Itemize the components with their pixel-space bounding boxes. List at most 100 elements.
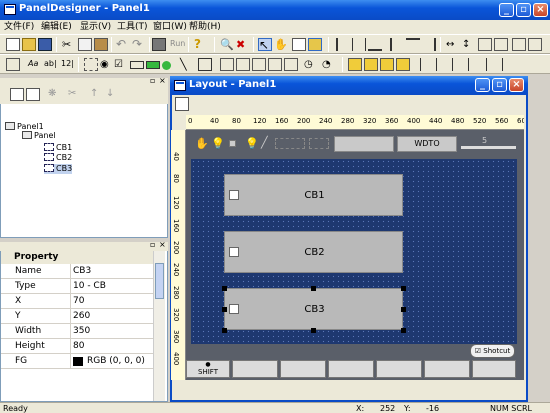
option-radio-group[interactable] (309, 138, 329, 149)
bottom-button-6[interactable] (424, 360, 470, 378)
copy-icon[interactable] (78, 38, 92, 51)
align-bottom-icon[interactable] (368, 38, 382, 51)
grid-view-icon[interactable] (252, 58, 266, 71)
prop-row-height[interactable]: Height 80 (1, 339, 153, 354)
list-icon[interactable] (236, 58, 250, 71)
text-tool-icon[interactable]: Aa (28, 59, 38, 68)
grid-icon[interactable] (292, 38, 306, 51)
bulb-icon[interactable]: 💡 (211, 137, 225, 150)
tree-ungroup-icon[interactable]: ✂ (68, 88, 82, 101)
hand-tool-icon[interactable]: ✋ (195, 137, 209, 150)
menu-edit[interactable]: 编辑(E) (41, 20, 72, 34)
align-right-icon[interactable] (422, 38, 436, 51)
tree-pin-icon[interactable]: ▫ (150, 76, 155, 85)
group-icon[interactable] (84, 58, 98, 71)
tree-up-icon[interactable]: ↑ (90, 88, 104, 101)
menu-window[interactable]: 窗口(W) (153, 20, 187, 34)
prop-row-y[interactable]: Y 260 (1, 309, 153, 324)
run-button[interactable]: Run (170, 39, 185, 48)
pointer-icon[interactable]: ↖ (258, 38, 272, 52)
gauge-icon[interactable]: ◔ (322, 58, 336, 71)
zoom-off-icon[interactable]: ✖ (236, 38, 250, 51)
open-folder-icon[interactable] (22, 38, 36, 51)
bottom-button-4[interactable] (328, 360, 374, 378)
move-down-icon[interactable] (396, 58, 410, 71)
edit-tool-icon[interactable]: ab| (44, 59, 57, 68)
menu-help[interactable]: 帮助(H) (189, 20, 221, 34)
align-top-icon[interactable] (390, 38, 404, 51)
resize-handle[interactable] (401, 328, 406, 333)
align-middle-icon[interactable] (406, 38, 420, 51)
cb3-widget[interactable]: CB3 (224, 288, 403, 330)
prop-pin-icon[interactable]: ▫ (150, 240, 155, 249)
frame-icon[interactable] (6, 58, 20, 71)
move-up-icon[interactable] (380, 58, 394, 71)
slider-track[interactable] (461, 146, 516, 149)
prop-value[interactable]: 80 (73, 339, 84, 353)
blank-top-button[interactable] (334, 136, 394, 152)
line-icon[interactable]: ╲ (180, 58, 194, 71)
center-panel-icon[interactable] (528, 38, 542, 51)
bring-front-icon[interactable] (348, 58, 362, 71)
layout-maximize-button[interactable]: ▫ (492, 78, 507, 92)
prop-row-width[interactable]: Width 350 (1, 324, 153, 339)
align-center-icon[interactable] (352, 38, 366, 51)
tree-down-icon[interactable]: ↓ (106, 88, 120, 101)
prop-row-fg[interactable]: FG RGB (0, 0, 0) (1, 354, 153, 369)
resize-handle[interactable] (222, 328, 227, 333)
tab-order-4-icon[interactable] (468, 58, 482, 71)
shotcut-button[interactable]: ☑ Shotcut (470, 344, 515, 358)
tree-close-icon[interactable]: × (159, 76, 166, 85)
tab-order-2-icon[interactable] (436, 58, 450, 71)
paste-icon[interactable] (94, 38, 108, 51)
close-button[interactable]: × (533, 3, 548, 17)
bulb-on-icon[interactable]: 💡 (245, 137, 259, 150)
resize-handle[interactable] (311, 286, 316, 291)
checkbox-icon[interactable]: ☑ (114, 58, 128, 71)
hand-icon[interactable]: ✋ (274, 38, 288, 51)
button-green-icon[interactable] (146, 61, 160, 69)
send-back-icon[interactable] (364, 58, 378, 71)
menu-tools[interactable]: 工具(T) (117, 20, 148, 34)
prop-value[interactable]: CB3 (73, 264, 91, 278)
minimize-button[interactable]: _ (499, 3, 514, 17)
button-icon[interactable] (130, 61, 144, 69)
space-down-icon[interactable] (512, 38, 526, 51)
prop-value[interactable]: 10 - CB (73, 279, 106, 293)
pen-icon[interactable]: ╱ (261, 136, 268, 149)
chart-icon[interactable] (268, 58, 282, 71)
tree-view-icon[interactable] (10, 88, 24, 101)
prop-row-type[interactable]: Type 10 - CB (1, 279, 153, 294)
tab-order-3-icon[interactable] (452, 58, 466, 71)
table-icon[interactable] (284, 58, 298, 71)
print-icon[interactable] (152, 38, 166, 51)
prop-value[interactable]: 260 (73, 309, 90, 323)
help-icon[interactable]: ? (194, 38, 208, 51)
menu-view[interactable]: 显示(V) (80, 20, 111, 34)
tree-node-cb2[interactable]: CB2 (44, 153, 72, 163)
resize-handle[interactable] (222, 286, 227, 291)
redo-icon[interactable]: ↷ (132, 38, 146, 51)
prop-close-icon[interactable]: × (159, 240, 166, 249)
prop-row-x[interactable]: X 70 (1, 294, 153, 309)
bottom-button-2[interactable] (232, 360, 278, 378)
numeric-tool-icon[interactable]: 12| (61, 59, 74, 68)
resize-handle[interactable] (401, 307, 406, 312)
tree-node-cb1[interactable]: CB1 (44, 143, 72, 153)
bottom-button-7[interactable] (472, 360, 516, 378)
resize-handle[interactable] (311, 328, 316, 333)
snap-icon[interactable] (308, 38, 322, 51)
maximize-button[interactable]: ▫ (516, 3, 531, 17)
stop-icon[interactable] (229, 140, 236, 147)
rect-icon[interactable] (198, 58, 212, 71)
prop-value[interactable]: 70 (73, 294, 84, 308)
menu-file[interactable]: 文件(F) (4, 20, 34, 34)
zoom-icon[interactable]: 🔍 (220, 38, 234, 51)
cb1-widget[interactable]: CB1 (224, 174, 403, 216)
cb2-widget[interactable]: CB2 (224, 231, 403, 273)
tree-page-icon[interactable] (26, 88, 40, 101)
tab-order-1-icon[interactable] (420, 58, 434, 71)
tab-order-6-icon[interactable] (502, 58, 516, 71)
bottom-button-5[interactable] (376, 360, 422, 378)
radio-icon[interactable]: ◉ (100, 58, 114, 71)
